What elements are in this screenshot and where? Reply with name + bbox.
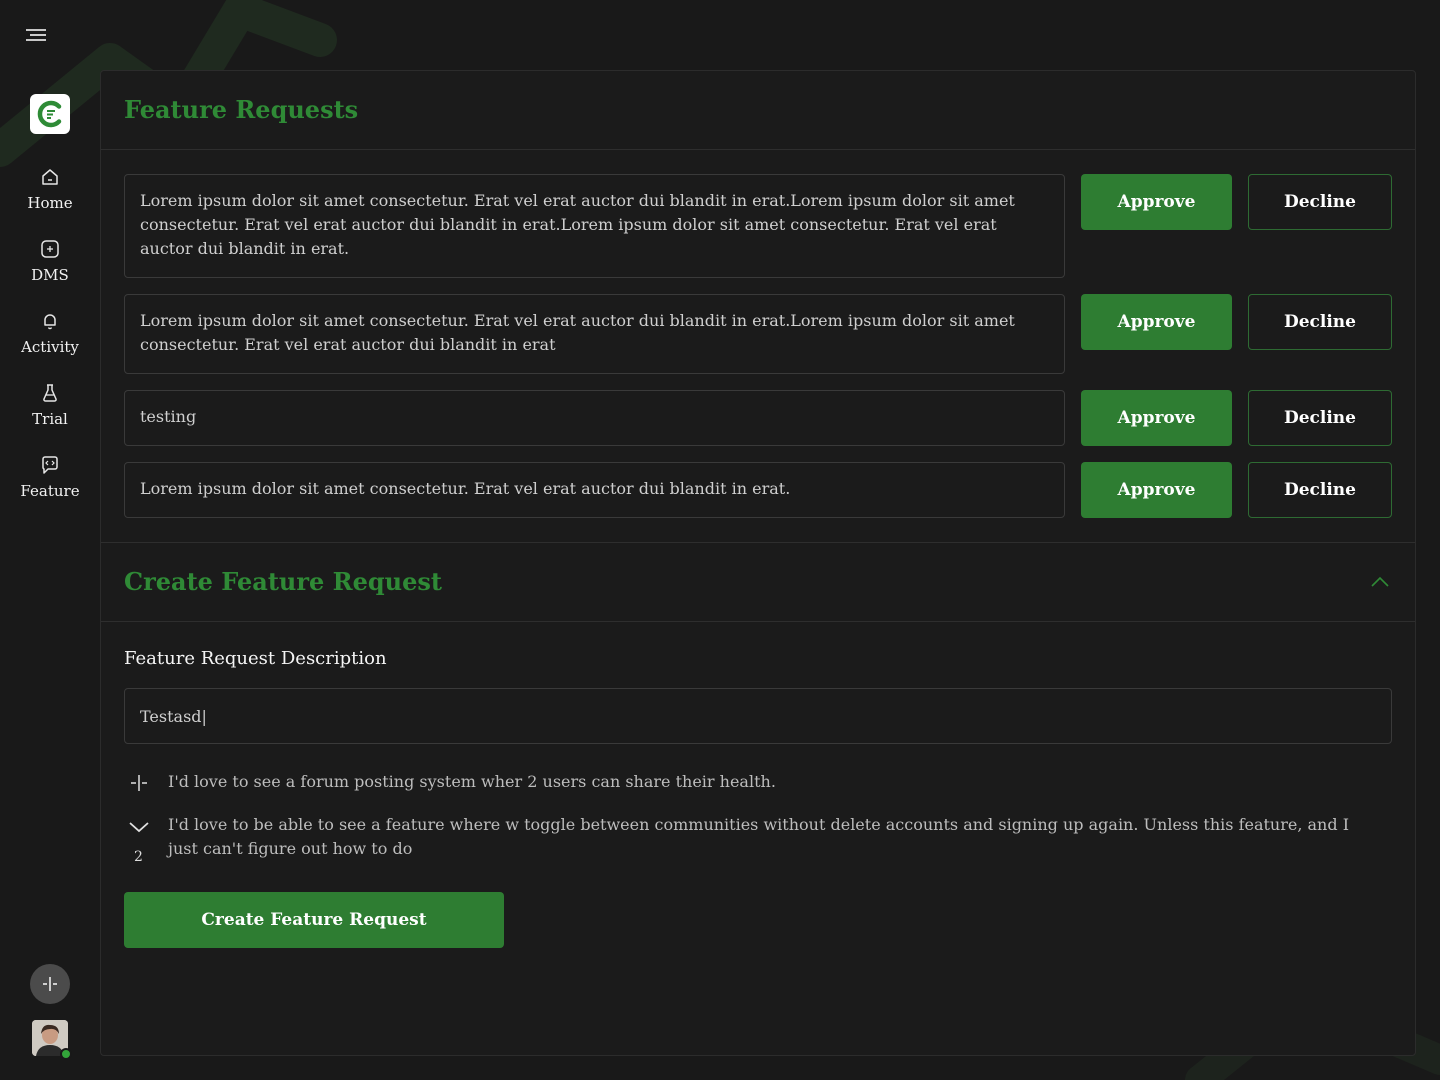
decline-button[interactable]: Decline [1248, 462, 1392, 518]
code-chat-icon [42, 456, 58, 474]
divider [101, 149, 1415, 150]
feature-requests-title: Feature Requests [124, 95, 359, 124]
divider [101, 621, 1415, 622]
create-feature-request-button[interactable]: Create Feature Request [124, 892, 504, 948]
description-label: Feature Request Description [124, 648, 387, 669]
message-plus-icon [41, 240, 59, 258]
approve-button[interactable]: Approve [1081, 462, 1232, 518]
bell-icon [44, 314, 56, 330]
suggestion-item[interactable]: I'd love to see a forum posting system w… [124, 770, 1392, 796]
chevron-down-icon[interactable] [128, 819, 150, 835]
feature-request-item: Lorem ipsum dolor sit amet consectetur. … [124, 462, 1065, 518]
sidebar-item-label: Activity [21, 338, 79, 356]
sidebar-item-label: Home [27, 194, 73, 212]
decline-button[interactable]: Decline [1248, 174, 1392, 230]
sidebar-item-label: DMS [31, 266, 69, 284]
description-input-value: Testasd| [140, 706, 207, 726]
home-icon [42, 169, 58, 185]
logo-icon [37, 100, 62, 128]
flask-icon [43, 384, 57, 402]
approve-button[interactable]: Approve [1081, 390, 1232, 446]
feature-request-item: Lorem ipsum dolor sit amet consectetur. … [124, 294, 1065, 374]
sidebar-item-label: Feature [20, 482, 80, 500]
suggestion-item[interactable]: 2 I'd love to be able to see a feature w… [124, 813, 1392, 869]
divider [101, 542, 1415, 543]
description-input[interactable]: Testasd| [124, 688, 1392, 744]
add-button[interactable] [30, 964, 70, 1004]
app-logo[interactable] [30, 94, 70, 134]
sidebar-item-label: Trial [32, 410, 68, 428]
create-feature-request-title: Create Feature Request [124, 567, 442, 596]
approve-button[interactable]: Approve [1081, 294, 1232, 350]
chevron-up-icon[interactable] [1369, 575, 1391, 589]
suggestion-text: I'd love to be able to see a feature whe… [168, 815, 1350, 858]
plus-icon [43, 977, 57, 991]
sidebar-item-home[interactable]: Home [0, 164, 100, 224]
sidebar-item-feature[interactable]: Feature [0, 452, 100, 512]
main-panel: Feature Requests Lorem ipsum dolor sit a… [100, 70, 1416, 1056]
sidebar: Home DMS Activity Trial Feature [0, 0, 100, 1080]
sidebar-item-activity[interactable]: Activity [0, 308, 100, 368]
approve-button[interactable]: Approve [1081, 174, 1232, 230]
feature-request-item: Lorem ipsum dolor sit amet consectetur. … [124, 174, 1065, 278]
suggestion-text: I'd love to see a forum posting system w… [168, 772, 776, 791]
avatar[interactable] [32, 1020, 72, 1060]
menu-icon[interactable] [24, 24, 48, 46]
sidebar-item-trial[interactable]: Trial [0, 380, 100, 440]
decline-button[interactable]: Decline [1248, 294, 1392, 350]
feature-request-item: testing [124, 390, 1065, 446]
decline-button[interactable]: Decline [1248, 390, 1392, 446]
online-status-indicator [60, 1048, 72, 1060]
upvote-plus-icon[interactable] [128, 772, 150, 794]
sidebar-item-dms[interactable]: DMS [0, 236, 100, 296]
vote-count: 2 [134, 849, 143, 865]
